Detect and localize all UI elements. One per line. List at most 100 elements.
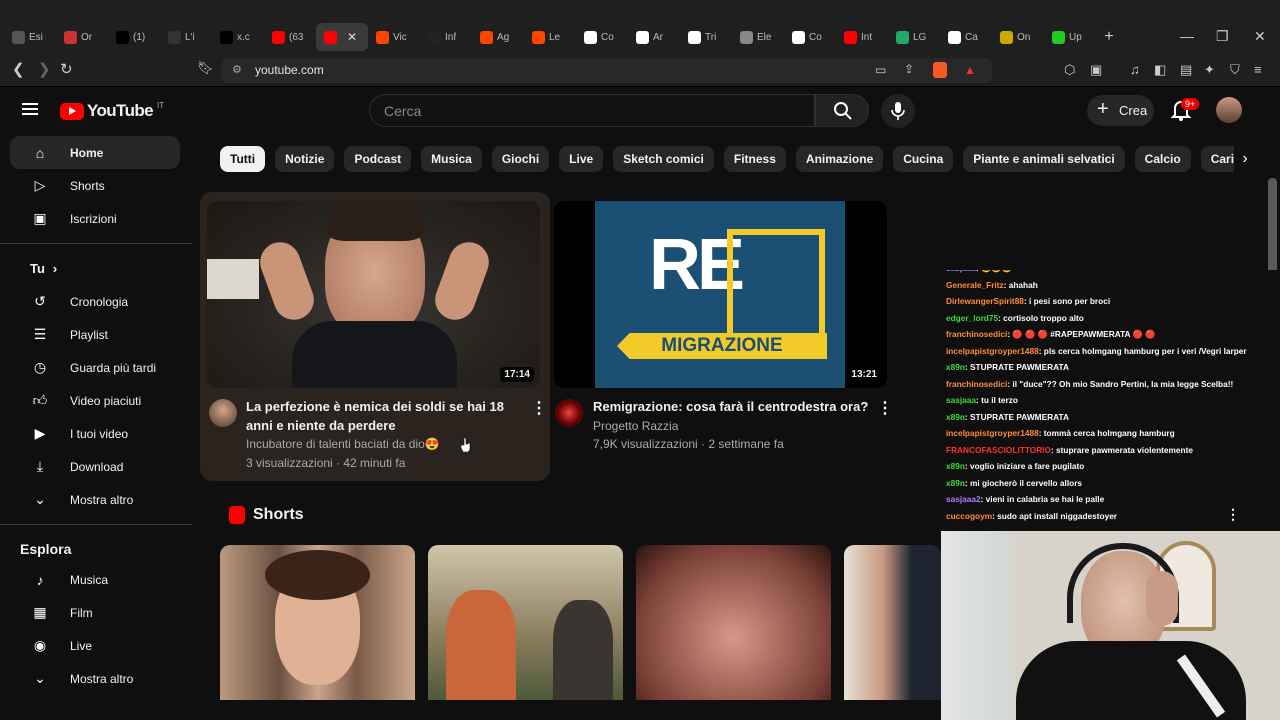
- filter-chip[interactable]: Sketch comici: [613, 146, 714, 172]
- chat-username: x89n: [946, 411, 965, 422]
- brave-shields-icon[interactable]: [933, 62, 947, 78]
- sidebar-item-iscrizioni[interactable]: ▣ Iscrizioni: [10, 202, 180, 235]
- more-options-icon[interactable]: ⋮: [531, 398, 547, 418]
- filter-chip[interactable]: Piante e animali selvatici: [963, 146, 1125, 172]
- forward-icon[interactable]: ❯: [38, 60, 51, 78]
- sidebar-icon[interactable]: ◧: [1154, 62, 1166, 78]
- browser-tab[interactable]: On: [992, 23, 1044, 51]
- channel-avatar[interactable]: [555, 399, 583, 427]
- video-title[interactable]: Remigrazione: cosa farà il centrodestra …: [593, 397, 873, 416]
- wallet-icon[interactable]: ▤: [1180, 62, 1192, 78]
- sidebar-item-live[interactable]: ◉ Live: [10, 629, 180, 662]
- video-thumbnail[interactable]: RE MIGRAZIONE 13:21: [554, 201, 887, 388]
- youtube-logo[interactable]: YouTube IT: [60, 101, 164, 121]
- browser-tab[interactable]: Ele: [732, 23, 784, 51]
- tab-favicon-icon: [168, 30, 181, 44]
- media-icon[interactable]: ♫: [1130, 62, 1140, 77]
- minimize-icon[interactable]: —: [1180, 28, 1194, 44]
- short-thumbnail[interactable]: [844, 545, 941, 700]
- filter-chip[interactable]: Calcio: [1134, 146, 1191, 172]
- browser-tab[interactable]: Ca: [940, 23, 992, 51]
- filter-chip[interactable]: Tutti: [220, 146, 266, 172]
- browser-tab[interactable]: Tri: [680, 23, 732, 51]
- sidebar-you-header[interactable]: Tu ›: [10, 252, 180, 285]
- sidebar-item-film[interactable]: ▦ Film: [10, 596, 180, 629]
- reload-icon[interactable]: ↻: [60, 60, 73, 78]
- filter-chip[interactable]: Cucina: [893, 146, 954, 172]
- close-window-icon[interactable]: ✕: [1254, 28, 1266, 45]
- browser-tab[interactable]: Esi: [4, 23, 56, 51]
- browser-tab[interactable]: Int: [836, 23, 888, 51]
- browser-tab[interactable]: ✕: [316, 23, 368, 51]
- search-button[interactable]: [815, 94, 869, 127]
- vpn-icon[interactable]: ⛉: [1230, 62, 1240, 78]
- browser-tab[interactable]: Up: [1044, 23, 1096, 51]
- sidebar-item-i-tuoi-video[interactable]: ▶ I tuoi video: [10, 417, 180, 450]
- sidebar-item-mostra-altro[interactable]: ⌄ Mostra altro: [10, 483, 180, 516]
- channel-name[interactable]: Progetto Razzia: [593, 417, 678, 435]
- browser-tab[interactable]: Ag: [472, 23, 524, 51]
- browser-tab[interactable]: L'i: [160, 23, 212, 51]
- channel-avatar[interactable]: [209, 399, 237, 427]
- account-avatar[interactable]: [1216, 97, 1242, 123]
- sidebar-item-mostra-altro[interactable]: ⌄ Mostra altro: [10, 662, 180, 695]
- sidebar-item-cronologia[interactable]: ↺ Cronologia: [10, 285, 180, 318]
- video-thumbnail[interactable]: 17:14: [207, 201, 540, 388]
- short-thumbnail[interactable]: [220, 545, 415, 700]
- sidebar-item-download[interactable]: ⤓ Download: [10, 450, 180, 483]
- share-icon[interactable]: ⇪: [904, 62, 914, 76]
- browser-tab[interactable]: Ar: [628, 23, 680, 51]
- filter-chip[interactable]: Fitness: [723, 146, 786, 172]
- browser-tab[interactable]: Co: [576, 23, 628, 51]
- browser-tab[interactable]: x.c: [212, 23, 264, 51]
- filter-chip[interactable]: Podcast: [344, 146, 412, 172]
- short-thumbnail[interactable]: [428, 545, 623, 700]
- sidebar-item-guarda-pi-tardi[interactable]: ◷ Guarda più tardi: [10, 351, 180, 384]
- more-options-icon[interactable]: ⋮: [877, 398, 893, 418]
- cast-icon[interactable]: ▭: [875, 63, 886, 77]
- sidebar-item-video-piaciuti[interactable]: 👍︎ Video piaciuti: [10, 384, 180, 417]
- video-title[interactable]: La perfezione è nemica dei soldi se hai …: [246, 397, 516, 435]
- chips-next-arrow-icon[interactable]: ›: [1234, 146, 1256, 172]
- site-info-icon[interactable]: ⚙: [232, 63, 242, 76]
- bookmark-icon[interactable]: 🔖︎: [197, 60, 214, 76]
- filter-chip[interactable]: Notizie: [275, 146, 335, 172]
- sidebar-item-musica[interactable]: ♪ Musica: [10, 563, 180, 596]
- short-thumbnail[interactable]: [636, 545, 831, 700]
- browser-tab[interactable]: Or: [56, 23, 108, 51]
- filter-chip[interactable]: Animazione: [795, 146, 884, 172]
- menu-icon[interactable]: ≡: [1254, 62, 1262, 77]
- browser-tab[interactable]: (1): [108, 23, 160, 51]
- create-button[interactable]: + Crea: [1087, 95, 1154, 126]
- back-icon[interactable]: ❮: [12, 60, 25, 78]
- close-tab-icon[interactable]: ✕: [347, 30, 357, 44]
- chat-username: x89n: [946, 477, 965, 488]
- browser-tab[interactable]: LG: [888, 23, 940, 51]
- browser-tab[interactable]: Co: [784, 23, 836, 51]
- chat-options-icon[interactable]: ⋮: [1226, 506, 1240, 523]
- create-label: Crea: [1119, 103, 1148, 118]
- leo-icon[interactable]: ✦: [1204, 62, 1215, 78]
- page-scrollbar[interactable]: [1268, 178, 1277, 278]
- sidebar-item-home[interactable]: ⌂ Home: [10, 136, 180, 169]
- hamburger-menu-icon[interactable]: [22, 103, 38, 115]
- extensions-icon[interactable]: ⬡: [1064, 62, 1075, 78]
- filter-chip[interactable]: Live: [559, 146, 604, 172]
- sidebar-item-label: Musica: [70, 572, 109, 587]
- maximize-icon[interactable]: ❐: [1216, 28, 1229, 45]
- new-tab-icon[interactable]: +: [1096, 28, 1122, 46]
- browser-tab[interactable]: Inf: [420, 23, 472, 51]
- filter-chip[interactable]: Musica: [421, 146, 482, 172]
- url-bar[interactable]: ⚙ youtube.com ▭ ⇪ ▲: [222, 58, 992, 83]
- browser-tab[interactable]: Le: [524, 23, 576, 51]
- filter-chip[interactable]: Giochi: [491, 146, 550, 172]
- channel-name[interactable]: Incubatore di talenti baciati da dio😍: [246, 435, 440, 453]
- search-input[interactable]: Cerca: [369, 94, 815, 127]
- brave-rewards-icon[interactable]: ▲: [964, 63, 976, 77]
- browser-tab[interactable]: (63: [264, 23, 316, 51]
- screenshot-icon[interactable]: ▣: [1090, 62, 1102, 78]
- sidebar-item-playlist[interactable]: ☰ Playlist: [10, 318, 180, 351]
- voice-search-button[interactable]: [881, 94, 915, 128]
- sidebar-item-shorts[interactable]: ▷ Shorts: [10, 169, 180, 202]
- browser-tab[interactable]: Vic: [368, 23, 420, 51]
